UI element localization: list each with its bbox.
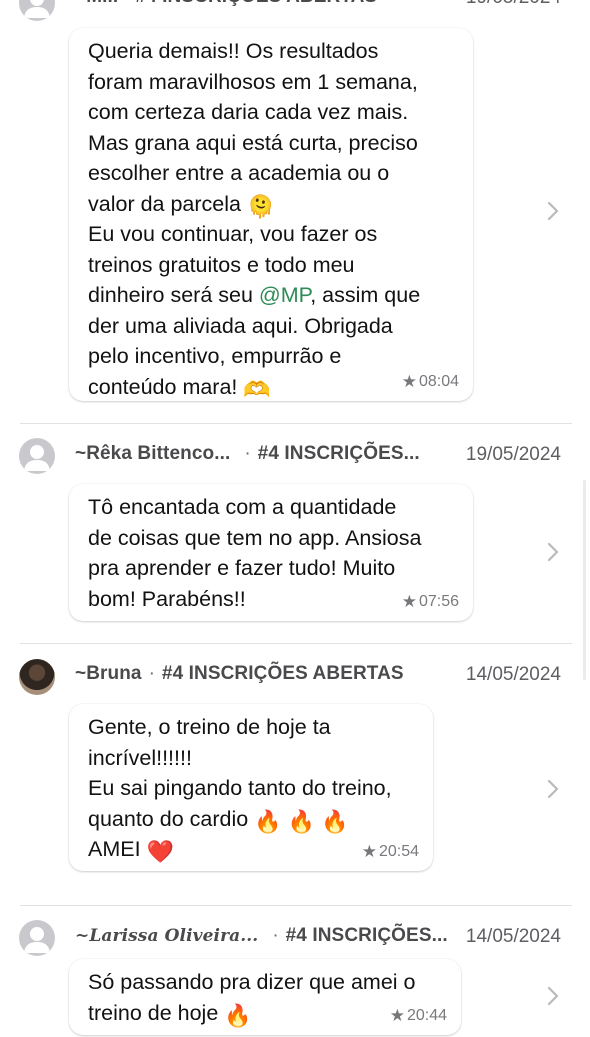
fire-emoji: 🔥 🔥 🔥 — [254, 808, 349, 834]
message-meta: ★ 20:44 — [390, 1006, 447, 1026]
message-header: ~Bruna · #4 INSCRIÇÕES ABERTAS 14/05/202… — [0, 643, 590, 711]
chevron-right-icon[interactable] — [546, 541, 560, 563]
heart-hands-emoji: 🫶 — [243, 376, 271, 402]
message-time: 20:54 — [378, 843, 419, 860]
message-text: Tô encantada com a quantidade de coisas … — [88, 495, 422, 611]
person-silhouette-icon — [24, 445, 50, 471]
person-silhouette-icon — [24, 0, 50, 18]
red-heart-emoji: ❤️ — [146, 839, 174, 864]
star-icon: ★ — [401, 592, 417, 611]
message-meta: ★ 07:56 — [402, 592, 459, 612]
separator-dot: · — [272, 925, 279, 946]
fire-emoji: 🔥 — [224, 1002, 252, 1028]
starred-message-4[interactable]: ~Larissa Oliveira... · #4 INSCRIÇÕES... … — [0, 905, 590, 1037]
star-icon: ★ — [389, 1006, 405, 1025]
group-name: #4 INSCRIÇÕES ABERTAS — [161, 663, 404, 684]
message-date: 19/05/2024 — [466, 0, 561, 9]
avatar[interactable] — [19, 438, 55, 474]
sender-name: ~Bruna — [75, 663, 142, 684]
person-silhouette-icon — [24, 927, 50, 953]
message-meta: ★ 08:04 — [402, 372, 459, 392]
message-date: 14/05/2024 — [465, 926, 561, 947]
separator-dot: · — [148, 663, 155, 684]
sender-name: ~Larissa Oliveira... — [75, 926, 259, 946]
message-date: 14/05/2024 — [465, 664, 561, 685]
message-time: 08:04 — [418, 373, 459, 390]
message-bubble[interactable]: Tô encantada com a quantidade de coisas … — [69, 484, 473, 621]
message-text: Queria demais!! Os resultados foram mara… — [88, 39, 421, 402]
group-name: #4 INSCRIÇÕES... — [257, 443, 420, 464]
message-time: 07:56 — [418, 593, 459, 610]
sender-name: ~Rêka Bittenco... — [75, 443, 231, 464]
melting-face-emoji: 🫠 — [246, 193, 275, 219]
group-name: #4 INSCRIÇÕES... — [285, 925, 448, 946]
message-date: 19/05/2024 — [465, 444, 561, 465]
chevron-right-icon[interactable] — [546, 985, 560, 1007]
avatar[interactable] — [19, 0, 55, 21]
star-icon: ★ — [401, 372, 417, 391]
starred-message-2[interactable]: ~Rêka Bittenco... · #4 INSCRIÇÕES... 19/… — [0, 423, 590, 643]
sender-name: ~M... · #4 INSCRIÇÕES ABERTAS — [75, 0, 377, 8]
message-meta: ★ 20:54 — [362, 842, 419, 862]
mention-link[interactable]: @MP — [259, 283, 310, 307]
separator-dot: · — [244, 443, 251, 464]
starred-message-1[interactable]: ~M... · #4 INSCRIÇÕES ABERTAS 19/05/2024… — [0, 0, 590, 422]
scrollbar[interactable] — [583, 480, 586, 680]
star-icon: ★ — [361, 842, 377, 861]
message-bubble[interactable]: Só passando pra dizer que amei o treino … — [69, 959, 461, 1035]
message-bubble[interactable]: Queria demais!! Os resultados foram mara… — [69, 28, 473, 401]
chevron-right-icon[interactable] — [546, 778, 560, 800]
message-bubble[interactable]: Gente, o treino de hoje ta incrível!!!!!… — [69, 704, 433, 871]
chevron-right-icon[interactable] — [546, 200, 560, 222]
avatar[interactable] — [19, 920, 55, 956]
message-time: 20:44 — [406, 1007, 447, 1024]
starred-message-3[interactable]: ~Bruna · #4 INSCRIÇÕES ABERTAS 14/05/202… — [0, 643, 590, 905]
avatar[interactable] — [19, 659, 55, 695]
message-header: ~Rêka Bittenco... · #4 INSCRIÇÕES... 19/… — [0, 423, 590, 491]
